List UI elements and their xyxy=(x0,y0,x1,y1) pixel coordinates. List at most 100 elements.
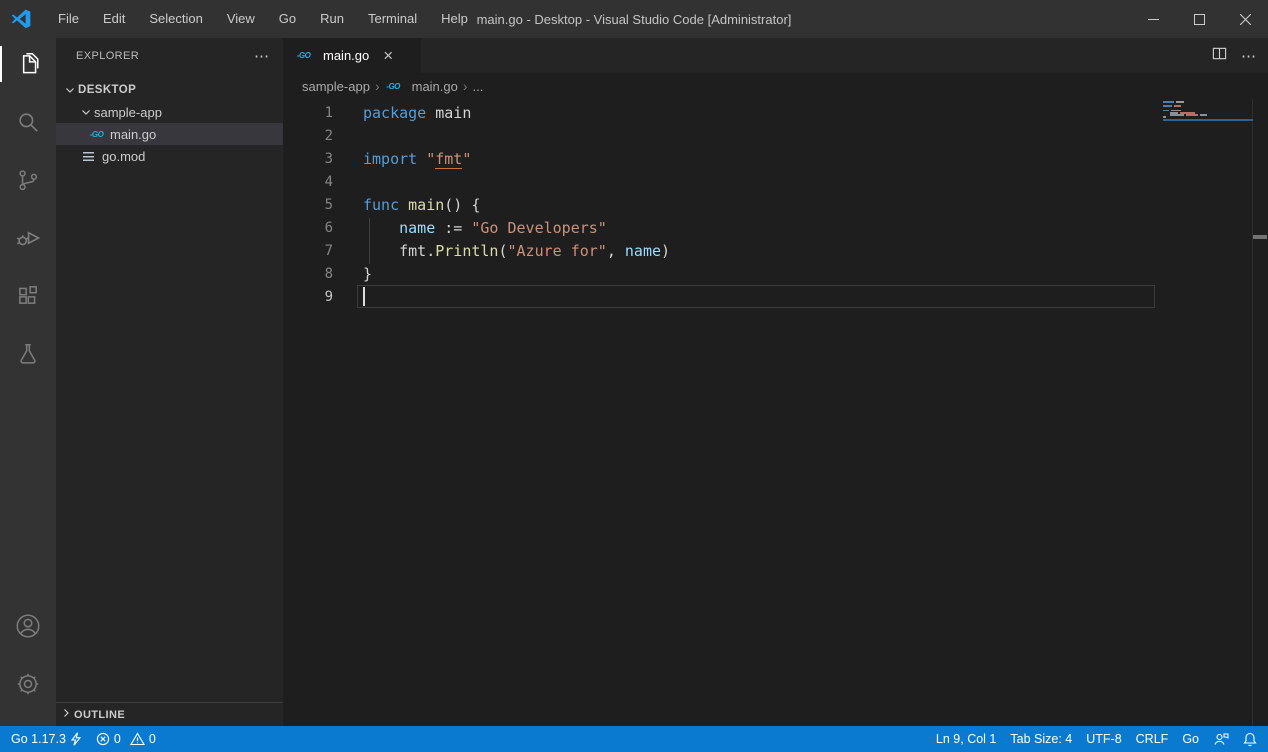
activity-bar xyxy=(0,38,56,726)
statusbar-language[interactable]: Go xyxy=(1175,726,1206,752)
window-controls xyxy=(1130,0,1268,38)
code-line-row[interactable]: 3 import "fmt" xyxy=(283,147,1268,170)
code-editor[interactable]: 1 package main 2 3 import "fmt" 4 5func main()… xyxy=(283,99,1268,726)
code-line-text: fmt.Println("Azure for", name) xyxy=(363,242,670,260)
explorer-more-actions-icon[interactable]: ⋯ xyxy=(248,47,275,65)
editor-actions: ⋯ xyxy=(1212,38,1268,73)
settings-gear-icon[interactable] xyxy=(0,660,56,708)
menu-terminal[interactable]: Terminal xyxy=(356,0,429,38)
warning-count: 0 xyxy=(149,732,156,746)
go-file-icon xyxy=(295,49,312,63)
menu-go[interactable]: Go xyxy=(267,0,308,38)
statusbar-encoding[interactable]: UTF-8 xyxy=(1079,726,1128,752)
code-line-row[interactable]: 6 name := "Go Developers" xyxy=(283,216,1268,239)
tree-root-desktop[interactable]: DESKTOP xyxy=(56,79,283,101)
go-file-icon xyxy=(385,79,402,93)
file-tree: DESKTOP sample-app main.go go.mod xyxy=(56,79,283,167)
maximize-icon[interactable] xyxy=(1176,0,1222,38)
line-number: 8 xyxy=(283,266,333,282)
menu-selection[interactable]: Selection xyxy=(137,0,214,38)
tab-close-icon[interactable]: × xyxy=(381,47,395,64)
explorer-icon[interactable] xyxy=(0,40,56,88)
explorer-header: EXPLORER ⋯ xyxy=(56,38,283,73)
notifications-bell-icon[interactable] xyxy=(1236,726,1264,752)
editor-group: main.go × ⋯ sample-app › main.go › ... xyxy=(283,38,1268,726)
menu-file[interactable]: File xyxy=(46,0,91,38)
code-line-row[interactable]: 2 xyxy=(283,124,1268,147)
extensions-icon[interactable] xyxy=(0,272,56,320)
outline-section[interactable]: OUTLINE xyxy=(56,702,283,726)
line-number: 1 xyxy=(283,105,333,121)
close-icon[interactable] xyxy=(1222,0,1268,38)
outline-label: OUTLINE xyxy=(74,709,125,721)
statusbar-go-version[interactable]: Go 1.17.3 xyxy=(4,726,89,752)
source-control-icon[interactable] xyxy=(0,156,56,204)
chevron-down-icon xyxy=(62,82,78,98)
chevron-down-icon xyxy=(78,104,94,120)
workspace-label: DESKTOP xyxy=(78,84,136,96)
breadcrumb-folder[interactable]: sample-app xyxy=(302,79,370,94)
statusbar-tab-size[interactable]: Tab Size: 4 xyxy=(1003,726,1079,752)
tree-file-main-go[interactable]: main.go xyxy=(56,123,283,145)
statusbar-problems[interactable]: 0 0 xyxy=(89,726,163,752)
tree-folder-sample-app[interactable]: sample-app xyxy=(56,101,283,123)
tab-main-go[interactable]: main.go × xyxy=(283,38,421,73)
menu-edit[interactable]: Edit xyxy=(91,0,137,38)
more-actions-icon[interactable]: ⋯ xyxy=(1241,47,1256,65)
code-lines: 1 package main 2 3 import "fmt" 4 5func main()… xyxy=(283,101,1268,726)
line-number: 2 xyxy=(283,128,333,144)
bolt-icon xyxy=(70,732,82,746)
minimize-icon[interactable] xyxy=(1130,0,1176,38)
line-number: 7 xyxy=(283,243,333,259)
line-number: 4 xyxy=(283,174,333,190)
menu-help[interactable]: Help xyxy=(429,0,480,38)
line-number: 6 xyxy=(283,220,333,236)
statusbar-eol[interactable]: CRLF xyxy=(1129,726,1176,752)
menu-view[interactable]: View xyxy=(215,0,267,38)
chevron-right-icon: › xyxy=(463,78,468,94)
tab-bar: main.go × ⋯ xyxy=(283,38,1268,73)
split-editor-icon[interactable] xyxy=(1212,46,1227,66)
folder-label: sample-app xyxy=(94,105,162,120)
status-bar: Go 1.17.3 0 0 Ln 9, Col 1 Tab Size: 4 UT… xyxy=(0,726,1268,752)
error-count: 0 xyxy=(114,732,121,746)
code-line-row[interactable]: 4 xyxy=(283,170,1268,193)
file-label: go.mod xyxy=(102,149,145,164)
menu-run[interactable]: Run xyxy=(308,0,356,38)
breadcrumb-symbol[interactable]: ... xyxy=(473,79,484,94)
error-icon xyxy=(96,732,110,746)
code-line-text: } xyxy=(363,265,372,283)
search-icon[interactable] xyxy=(0,98,56,146)
testing-icon[interactable] xyxy=(0,330,56,378)
feedback-icon[interactable] xyxy=(1206,726,1236,752)
minimap-current-line xyxy=(1163,119,1253,122)
tree-file-go-mod[interactable]: go.mod xyxy=(56,145,283,167)
code-line-row[interactable]: 8} xyxy=(283,262,1268,285)
chevron-right-icon xyxy=(60,706,72,724)
code-line-text: import "fmt" xyxy=(363,150,471,168)
breadcrumb-file[interactable]: main.go xyxy=(412,79,458,94)
explorer-title: EXPLORER xyxy=(76,50,248,62)
line-number: 3 xyxy=(283,151,333,167)
explorer-sidebar: EXPLORER ⋯ DESKTOP sample-app main.go xyxy=(56,38,283,726)
statusbar-cursor-position[interactable]: Ln 9, Col 1 xyxy=(929,726,1003,752)
go-file-icon xyxy=(88,127,105,141)
code-line-text: package main xyxy=(363,104,471,122)
vscode-logo-icon xyxy=(10,8,32,30)
run-and-debug-icon[interactable] xyxy=(0,214,56,262)
overview-ruler[interactable] xyxy=(1252,99,1253,726)
tab-label: main.go xyxy=(323,48,369,63)
warning-icon xyxy=(130,732,145,746)
titlebar: File Edit Selection View Go Run Terminal… xyxy=(0,0,1268,38)
code-line-row[interactable]: 9 xyxy=(283,285,1268,308)
code-line-text: func main() { xyxy=(363,196,480,214)
accounts-icon[interactable] xyxy=(0,602,56,650)
code-line-row[interactable]: 1 package main xyxy=(283,101,1268,124)
file-label: main.go xyxy=(110,127,156,142)
chevron-right-icon: › xyxy=(375,78,380,94)
code-line-row[interactable]: 5func main() { xyxy=(283,193,1268,216)
code-line-text: name := "Go Developers" xyxy=(363,219,607,237)
minimap[interactable] xyxy=(1163,101,1253,119)
code-line-row[interactable]: 7 fmt.Println("Azure for", name) xyxy=(283,239,1268,262)
text-cursor xyxy=(363,287,365,306)
